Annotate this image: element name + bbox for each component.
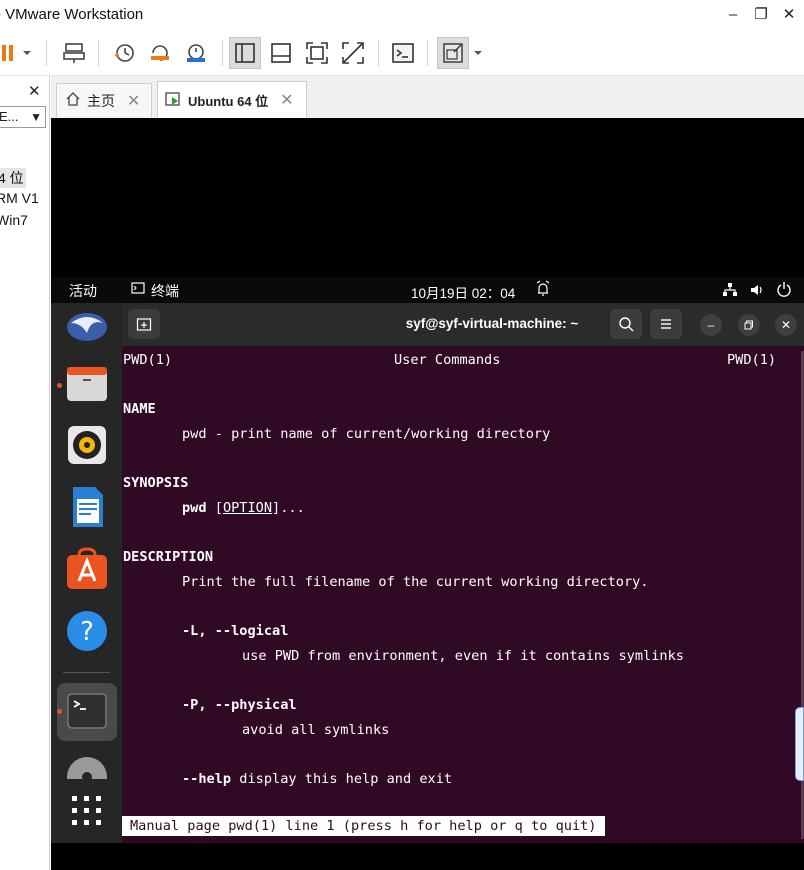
section-heading: DESCRIPTION	[123, 549, 214, 565]
scroll-thumb[interactable]	[795, 707, 804, 781]
close-icon[interactable]: ✕	[127, 91, 140, 111]
rhythmbox-icon[interactable]	[65, 423, 109, 467]
title-bar: - VMware Workstation – ❐ ✕	[0, 0, 804, 30]
synopsis-open: [	[214, 500, 223, 516]
toolbar-separator	[98, 40, 99, 66]
svg-text:?: ?	[80, 617, 94, 647]
running-indicator	[57, 709, 62, 714]
activities-button[interactable]: 活动	[69, 281, 97, 301]
library-item[interactable]: 4 位	[0, 168, 26, 188]
libreoffice-writer-icon[interactable]	[65, 485, 109, 529]
thumbnail-bar-icon[interactable]	[265, 37, 297, 69]
alarm-icon[interactable]	[535, 280, 551, 301]
man-header-right: PWD(1)	[727, 352, 777, 368]
vm-icon	[165, 90, 183, 111]
stretch-dropdown-icon[interactable]	[468, 37, 488, 69]
console-view-icon[interactable]	[387, 37, 419, 69]
toolbar	[0, 30, 804, 76]
toolbar-separator	[427, 40, 428, 66]
section-heading: SYNOPSIS	[123, 475, 189, 491]
gnome-top-bar: 活动 终端 10月19日 02：04	[51, 277, 804, 303]
maximize-window-button[interactable]	[738, 314, 760, 336]
restore-button[interactable]: ❐	[750, 4, 772, 26]
tab-home[interactable]: 主页 ✕	[56, 83, 152, 117]
volume-icon[interactable]	[749, 282, 765, 301]
vm-display[interactable]: 活动 终端 10月19日 02：04 ? syf@syf-virtual-mac…	[51, 118, 804, 870]
section-heading: NAME	[123, 401, 156, 417]
toolbar-separator	[378, 40, 379, 66]
files-icon[interactable]	[65, 361, 109, 405]
library-close-button[interactable]: ✕	[28, 82, 41, 100]
stretch-guest-icon[interactable]	[437, 37, 469, 69]
terminal-icon[interactable]	[65, 689, 109, 733]
dock-separator	[63, 672, 110, 673]
pager-status-line: Manual page pwd(1) line 1 (press h for h…	[122, 816, 605, 836]
tab-bar: 主页 ✕ Ubuntu 64 位 ✕	[51, 76, 804, 118]
running-indicator	[57, 383, 62, 388]
toolbar-separator	[46, 40, 47, 66]
unity-icon[interactable]	[337, 37, 369, 69]
snapshot-manager-icon[interactable]	[180, 37, 212, 69]
description-text: Print the full filename of the current w…	[182, 574, 649, 590]
network-icon[interactable]	[722, 282, 738, 301]
ubuntu-dock: ?	[51, 303, 122, 843]
library-panel: ✕ E... ▼ 4 位 RM V1 Win7	[0, 76, 50, 870]
optical-drive-icon[interactable]	[65, 753, 109, 779]
minimize-window-button[interactable]: –	[700, 314, 722, 336]
name-text: pwd - print name of current/working dire…	[182, 426, 551, 442]
toolbar-separator	[222, 40, 223, 66]
snapshot-icon[interactable]	[108, 37, 140, 69]
synopsis-option: OPTION	[222, 500, 273, 516]
clock[interactable]: 10月19日 02：04	[411, 282, 515, 302]
synopsis-line: pwd [OPTION]...	[182, 500, 305, 516]
revert-snapshot-icon[interactable]	[144, 37, 176, 69]
tab-label: 主页	[87, 92, 115, 109]
terminal-content[interactable]: PWD(1) User Commands PWD(1) NAME pwd - p…	[122, 346, 804, 843]
search-button[interactable]	[610, 309, 642, 339]
tab-label: Ubuntu 64 位	[188, 93, 269, 109]
terminal-header-bar: syf@syf-virtual-machine: ~ – ✕	[122, 303, 804, 346]
library-item[interactable]: Win7	[0, 212, 28, 228]
app-title: - VMware Workstation	[0, 6, 144, 23]
option-help-text: display this help and exit	[231, 771, 453, 787]
man-header-left: PWD(1)	[123, 352, 173, 368]
power-icon[interactable]	[776, 281, 792, 300]
tab-ubuntu[interactable]: Ubuntu 64 位 ✕	[157, 81, 307, 118]
search-icon	[619, 317, 634, 332]
option-physical: -P, --physical	[182, 697, 297, 713]
show-applications-icon[interactable]	[65, 789, 109, 833]
option-help: --help	[182, 771, 232, 787]
send-keys-icon[interactable]	[58, 37, 90, 69]
option-help-line: --help display this help and exit	[182, 771, 452, 787]
new-tab-button[interactable]	[128, 309, 160, 339]
option-logical: -L, --logical	[182, 623, 289, 639]
option-physical-text: avoid all symlinks	[242, 722, 390, 738]
show-library-icon[interactable]	[229, 37, 261, 69]
option-logical-text: use PWD from environment, even if it con…	[242, 648, 684, 664]
terminal-app-icon	[131, 281, 145, 298]
synopsis-close: ]...	[272, 500, 305, 516]
full-screen-icon[interactable]	[301, 37, 333, 69]
thunderbird-icon[interactable]	[65, 309, 109, 343]
chevron-down-icon: ▼	[30, 110, 42, 124]
library-search-select[interactable]: E... ▼	[0, 106, 46, 128]
terminal-window[interactable]: syf@syf-virtual-machine: ~ – ✕ PWD(1) Us…	[122, 303, 804, 843]
synopsis-command: pwd	[182, 500, 207, 516]
help-icon[interactable]: ?	[65, 609, 109, 653]
man-header-center: User Commands	[394, 352, 501, 368]
minimize-button[interactable]: –	[722, 4, 744, 26]
home-icon	[65, 91, 81, 110]
power-dropdown-icon[interactable]	[16, 37, 38, 69]
close-icon[interactable]: ✕	[280, 90, 293, 110]
close-window-button[interactable]: ✕	[775, 314, 797, 336]
app-menu-label[interactable]: 终端	[151, 281, 179, 301]
library-select-value: E...	[0, 109, 19, 124]
ubuntu-software-icon[interactable]	[65, 547, 109, 591]
menu-icon	[661, 319, 671, 329]
hamburger-menu-button[interactable]	[650, 309, 682, 339]
library-item[interactable]: RM V1	[0, 190, 39, 206]
close-button[interactable]: ✕	[778, 4, 800, 26]
